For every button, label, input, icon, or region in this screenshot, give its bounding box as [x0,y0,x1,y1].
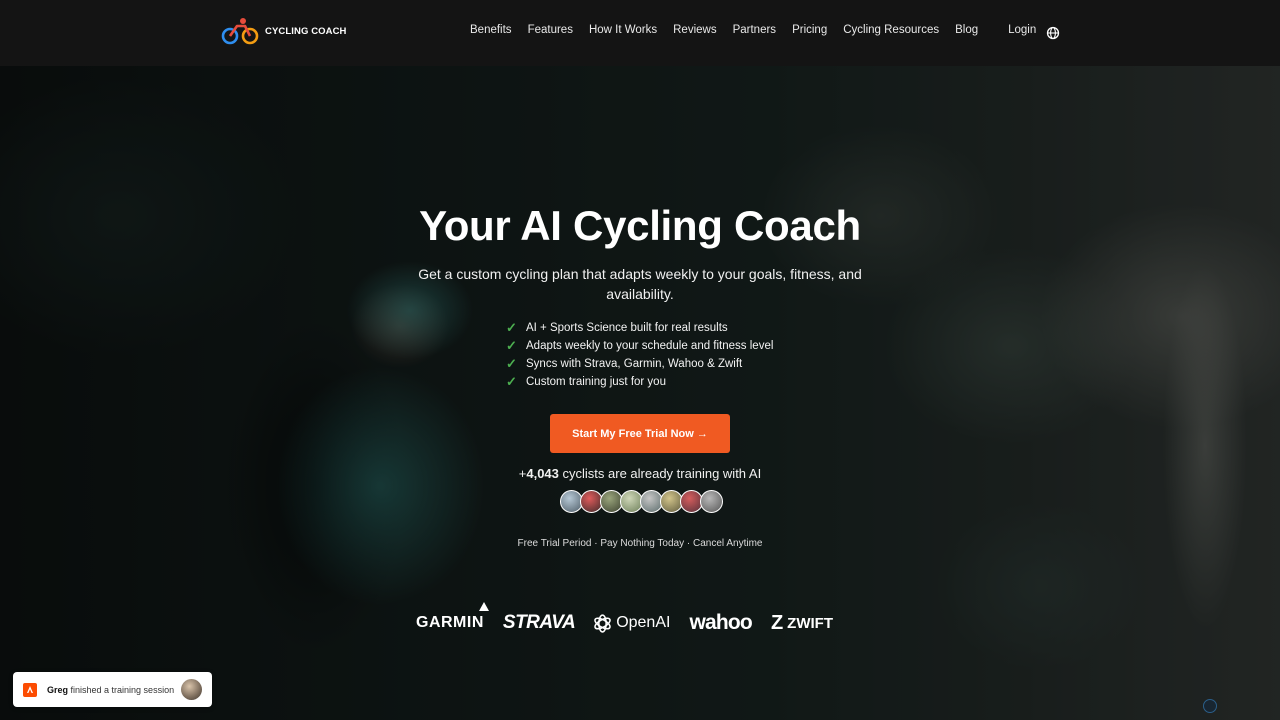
hero-section: Your AI Cycling Coach Get a custom cycli… [0,66,1280,720]
feature-text: Adapts weekly to your schedule and fitne… [526,340,774,352]
openai-wordmark: OpenAI [616,614,671,631]
activity-notification[interactable]: Greg finished a training session [13,672,212,707]
notification-message: finished a training session [68,684,175,695]
notification-avatar [181,679,202,700]
zwift-z-icon: Z [770,611,784,634]
strava-logo: STRAVA [502,612,576,633]
trial-fine-print: Free Trial Period · Pay Nothing Today · … [517,538,763,549]
strava-icon [23,682,37,697]
brand-name: CYCLING COACH [265,26,347,37]
hero-content: Your AI Cycling Coach Get a custom cycli… [0,66,1280,720]
nav-reviews[interactable]: Reviews [673,24,716,36]
top-navigation: CYCLING COACH Benefits Features How It W… [0,0,1280,66]
zwift-logo: Z ZWIFT [771,612,833,635]
notification-user: Greg [47,684,69,695]
feature-text: AI + Sports Science built for real resul… [526,322,728,334]
openai-logo: OpenAI [592,613,670,634]
feature-list: ✓ AI + Sports Science built for real res… [506,319,773,391]
feature-item: ✓ Custom training just for you [506,373,773,391]
hero-title: Your AI Cycling Coach [419,202,861,249]
login-link[interactable]: Login [1008,24,1036,36]
brand-logo[interactable]: CYCLING COACH [221,17,347,46]
check-icon: ✓ [506,374,517,389]
nav-how-it-works[interactable]: How It Works [589,24,657,36]
zwift-wordmark: ZWIFT [787,614,833,632]
garmin-logo: GARMIN [416,602,489,632]
feature-text: Syncs with Strava, Garmin, Wahoo & Zwift [526,358,743,370]
bike-logo-icon [221,18,259,45]
nav-cycling-resources[interactable]: Cycling Resources [843,24,939,36]
nav-features[interactable]: Features [528,24,573,36]
nav-partners[interactable]: Partners [733,24,776,36]
feature-item: ✓ Adapts weekly to your schedule and fit… [506,337,773,355]
check-icon: ✓ [506,338,517,353]
check-icon: ✓ [506,320,517,335]
feature-item: ✓ AI + Sports Science built for real res… [506,319,773,337]
main-menu: Benefits Features How It Works Reviews P… [470,24,1036,36]
feature-text: Custom training just for you [526,376,666,388]
nav-benefits[interactable]: Benefits [470,24,512,36]
openai-knot-icon [594,613,611,633]
start-free-trial-button[interactable]: Start My Free Trial Now → [550,414,730,453]
chat-widget-icon[interactable] [1203,699,1217,713]
count-value: 4,043 [526,466,559,481]
count-suffix: cyclists are already training with AI [558,466,762,481]
nav-blog[interactable]: Blog [955,24,978,36]
garmin-wordmark: GARMIN [416,614,484,631]
partner-logos: GARMIN STRAVA OpenAI wahoo Z ZWIFT [416,602,833,638]
check-icon: ✓ [506,356,517,371]
cyclist-avatars [560,490,723,513]
notification-text: Greg finished a training session [47,685,181,695]
strava-chevron-icon [27,686,33,693]
feature-item: ✓ Syncs with Strava, Garmin, Wahoo & Zwi… [506,355,773,373]
garmin-triangle-icon [479,602,489,611]
wahoo-logo: wahoo [689,611,752,634]
globe-icon[interactable] [1046,26,1060,40]
hero-subtitle: Get a custom cycling plan that adapts we… [418,266,862,302]
nav-pricing[interactable]: Pricing [792,24,827,36]
cyclist-count: +4,043 cyclists are already training wit… [0,466,1280,481]
avatar [700,490,723,513]
